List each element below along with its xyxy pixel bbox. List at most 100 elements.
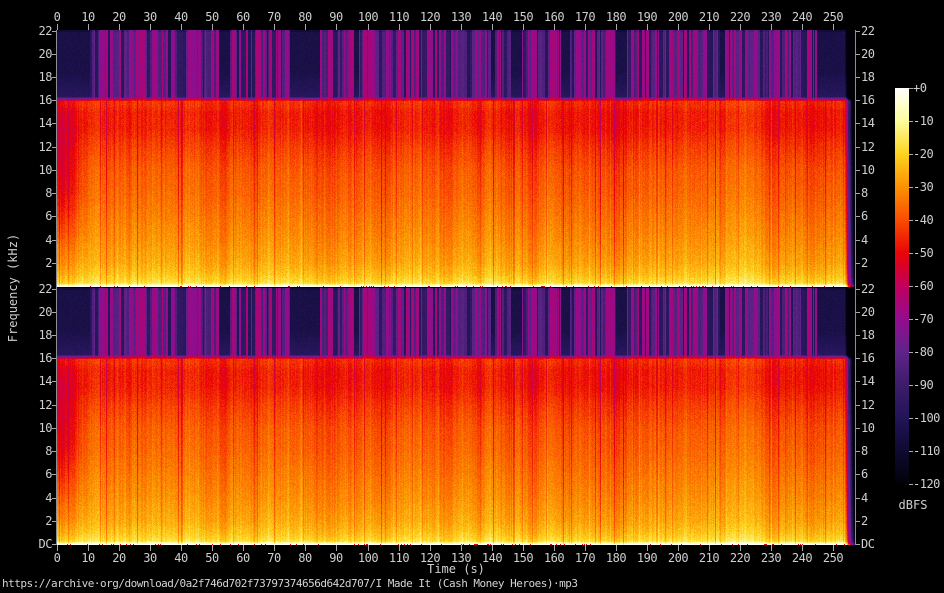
time-tick-label: 140 <box>477 10 507 24</box>
time-tick-label: 200 <box>663 551 693 565</box>
time-tick-label: 170 <box>570 10 600 24</box>
time-tick-label: 80 <box>290 10 320 24</box>
time-tick-label: 10 <box>73 551 103 565</box>
time-tick-label: 250 <box>818 551 848 565</box>
time-tick-label: 200 <box>663 10 693 24</box>
freq-tick-label: 6 <box>861 467 891 481</box>
time-tick-label: 50 <box>197 551 227 565</box>
spectrogram-channel-2-canvas <box>57 288 855 545</box>
time-tick-label: 230 <box>756 551 786 565</box>
freq-tick-label: 20 <box>24 305 52 319</box>
spectrogram-plot: Frequency (kHz) Time (s) dBFS https://ar… <box>0 0 944 593</box>
time-tick-label: 180 <box>601 10 631 24</box>
freq-tick <box>856 170 860 171</box>
freq-tick <box>856 428 860 429</box>
freq-tick <box>52 147 56 148</box>
freq-tick <box>856 289 860 290</box>
time-tick-label: 120 <box>415 551 445 565</box>
freq-tick <box>52 54 56 55</box>
freq-tick-label: 4 <box>861 233 891 247</box>
freq-tick-label: 14 <box>861 374 891 388</box>
time-tick-label: 40 <box>166 10 196 24</box>
time-tick-label: 30 <box>135 551 165 565</box>
time-tick <box>523 24 524 30</box>
freq-tick-label: 20 <box>24 47 52 61</box>
freq-tick-label: 10 <box>24 421 52 435</box>
freq-tick <box>52 216 56 217</box>
freq-tick-label: 18 <box>24 328 52 342</box>
time-tick <box>461 24 462 30</box>
time-tick <box>181 24 182 30</box>
freq-tick-label: 16 <box>861 93 891 107</box>
y-axis-title: Frequency (kHz) <box>6 234 20 342</box>
time-tick <box>119 24 120 30</box>
freq-tick-label: 8 <box>861 444 891 458</box>
time-tick-label: 160 <box>539 10 569 24</box>
freq-tick-label: 10 <box>24 163 52 177</box>
time-tick-label: 210 <box>694 551 724 565</box>
freq-tick <box>856 474 860 475</box>
freq-tick <box>856 312 860 313</box>
spectrogram-channel-1-canvas <box>57 30 855 287</box>
freq-tick <box>52 474 56 475</box>
freq-tick-label: 2 <box>24 514 52 528</box>
time-tick <box>88 24 89 30</box>
freq-tick <box>856 193 860 194</box>
time-tick-label: 100 <box>353 551 383 565</box>
freq-tick <box>856 498 860 499</box>
freq-tick-label: 22 <box>24 282 52 296</box>
time-tick-label: 140 <box>477 551 507 565</box>
freq-tick-label: 16 <box>24 351 52 365</box>
freq-tick <box>856 405 860 406</box>
freq-tick <box>856 521 860 522</box>
colorbar-tick-label: -90 <box>913 378 944 392</box>
freq-tick-label: 2 <box>24 256 52 270</box>
time-tick-label: 0 <box>42 10 72 24</box>
freq-tick-label: 6 <box>861 209 891 223</box>
time-tick-label: 220 <box>725 551 755 565</box>
time-tick <box>430 24 431 30</box>
freq-tick <box>52 381 56 382</box>
freq-tick <box>52 405 56 406</box>
freq-tick <box>52 31 56 32</box>
time-tick <box>305 24 306 30</box>
freq-tick-label: 8 <box>24 444 52 458</box>
time-tick-label: 160 <box>539 551 569 565</box>
freq-tick-label: 8 <box>24 186 52 200</box>
freq-tick-label: 2 <box>861 256 891 270</box>
freq-tick <box>856 381 860 382</box>
freq-tick <box>52 100 56 101</box>
time-tick-label: 40 <box>166 551 196 565</box>
freq-tick-label: 12 <box>24 398 52 412</box>
freq-tick <box>52 312 56 313</box>
time-tick <box>368 24 369 30</box>
time-tick-label: 130 <box>446 551 476 565</box>
time-tick <box>740 24 741 30</box>
freq-tick <box>856 216 860 217</box>
freq-tick-label: 14 <box>24 116 52 130</box>
freq-tick-label: 12 <box>861 398 891 412</box>
time-tick-label: 250 <box>818 10 848 24</box>
freq-tick <box>52 263 56 264</box>
colorbar-tick-label: +0 <box>913 81 944 95</box>
freq-tick <box>52 358 56 359</box>
time-tick <box>492 24 493 30</box>
time-tick-label: 50 <box>197 10 227 24</box>
freq-tick <box>856 240 860 241</box>
colorbar-tick-label: -80 <box>913 345 944 359</box>
colorbar-tick-label: -40 <box>913 213 944 227</box>
freq-tick-label: 10 <box>861 421 891 435</box>
time-tick-label: 20 <box>104 551 134 565</box>
freq-tick <box>52 521 56 522</box>
freq-tick-label: 18 <box>861 70 891 84</box>
colorbar-tick-label: -30 <box>913 180 944 194</box>
freq-tick <box>52 77 56 78</box>
colorbar-gradient <box>895 88 909 484</box>
time-tick <box>274 24 275 30</box>
colorbar-tick-label: -20 <box>913 147 944 161</box>
freq-tick <box>856 77 860 78</box>
time-tick-label: 10 <box>73 10 103 24</box>
time-tick-label: 240 <box>787 551 817 565</box>
freq-tick-label: 2 <box>861 514 891 528</box>
freq-tick-label: 4 <box>24 491 52 505</box>
